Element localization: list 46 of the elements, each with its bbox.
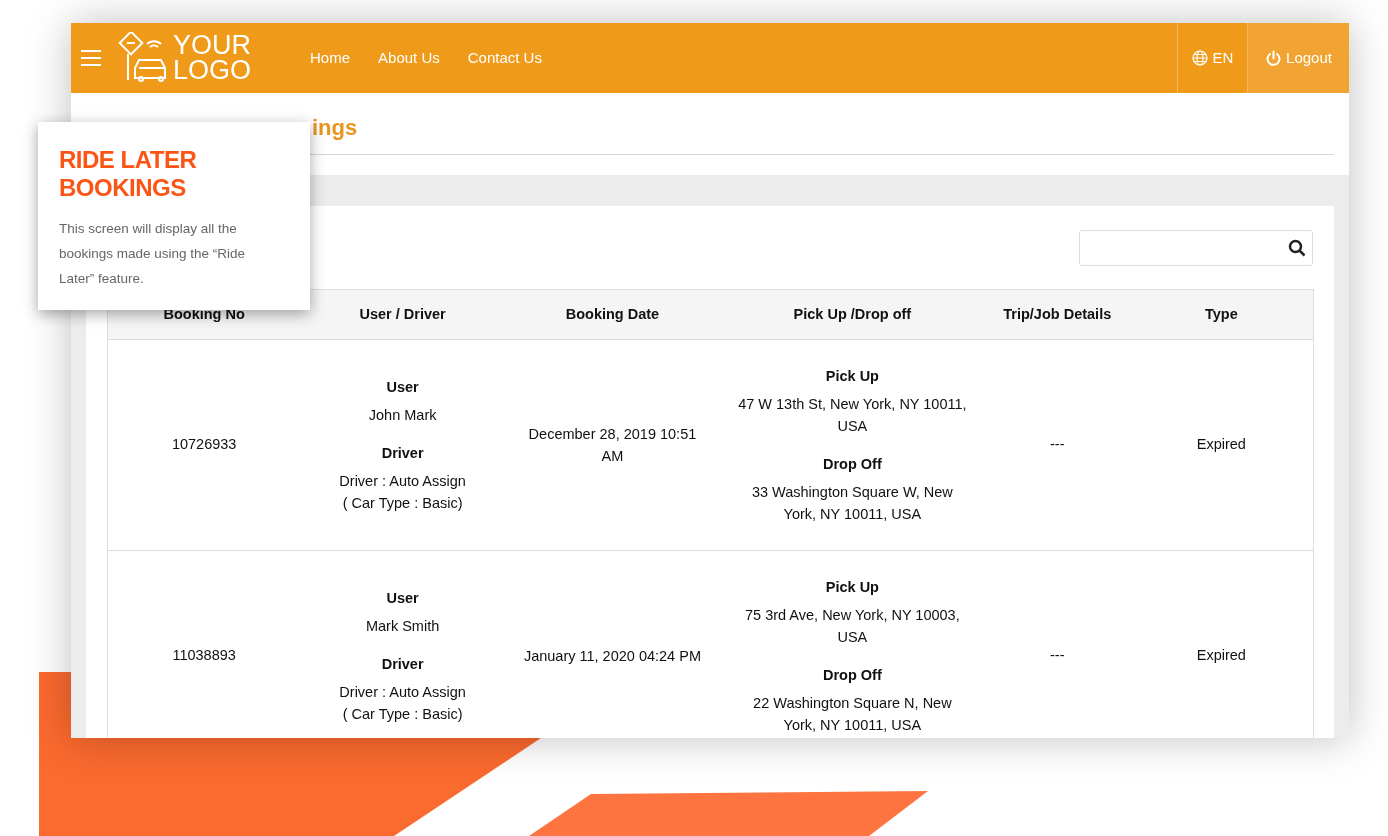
user-label: User	[385, 589, 420, 608]
dropoff-address: 33 Washington Square W, New York, NY 10011, USA	[750, 483, 954, 524]
callout-title: RIDE LATER BOOKINGS	[59, 146, 198, 202]
dropoff-label: Drop Off	[822, 455, 883, 474]
logo-text: YOUR	[173, 33, 252, 58]
globe-icon	[1191, 50, 1208, 66]
table-cell: 10726933	[107, 339, 301, 551]
table-cell: Expired	[1129, 339, 1314, 551]
car-type-text: ( Car Type : Basic)	[341, 705, 464, 724]
driver-label: Driver	[380, 655, 425, 674]
page-title: ings	[312, 114, 358, 142]
column-header: Booking Date	[504, 289, 720, 340]
search-field[interactable]	[1079, 230, 1313, 266]
pickup-label: Pick Up	[824, 367, 880, 386]
logo-text: LOGO	[173, 58, 252, 83]
user-name: John Mark	[367, 406, 438, 425]
driver-text: Driver : Auto Assign	[338, 683, 467, 702]
driver-text: Driver : Auto Assign	[338, 472, 467, 491]
logout-button[interactable]: Logout	[1247, 23, 1349, 93]
nav-link[interactable]: About Us	[378, 46, 440, 70]
pickup-address: 75 3rd Ave, New York, NY 10003, USA	[744, 606, 961, 647]
table-cell: Expired	[1129, 550, 1314, 738]
pickup-label: Pick Up	[824, 578, 880, 597]
table-cell: 11038893	[107, 550, 301, 738]
menu-icon[interactable]	[81, 50, 101, 66]
table-cell: January 11, 2020 04:24 PM	[504, 550, 720, 738]
user-label: User	[385, 378, 420, 397]
table-cell: December 28, 2019 10:51 AM	[504, 339, 720, 551]
column-header: Pick Up /Drop off	[719, 289, 985, 340]
car-type-text: ( Car Type : Basic)	[341, 494, 464, 513]
search-icon	[1288, 239, 1306, 257]
power-icon	[1265, 49, 1283, 67]
taxi-logo-icon	[117, 32, 169, 84]
column-header: Type	[1129, 289, 1314, 340]
dropoff-label: Drop Off	[822, 666, 883, 685]
callout-text: This screen will display all the bookings made using the “Ride Later” feature.	[59, 220, 247, 288]
table-cell: ---	[984, 339, 1130, 551]
pickup-address: 47 W 13th St, New York, NY 10011, USA	[737, 395, 968, 436]
table-cell: ---	[984, 550, 1130, 738]
column-header: User / Driver	[300, 289, 505, 340]
nav-link[interactable]: Home	[310, 46, 351, 70]
nav-link[interactable]: Contact Us	[467, 46, 542, 70]
driver-label: Driver	[380, 444, 425, 463]
dropoff-address: 22 Washington Square N, New York, NY 10011, USA	[752, 694, 953, 735]
user-name: Mark Smith	[364, 617, 441, 636]
column-header: Trip/Job Details	[984, 289, 1130, 340]
